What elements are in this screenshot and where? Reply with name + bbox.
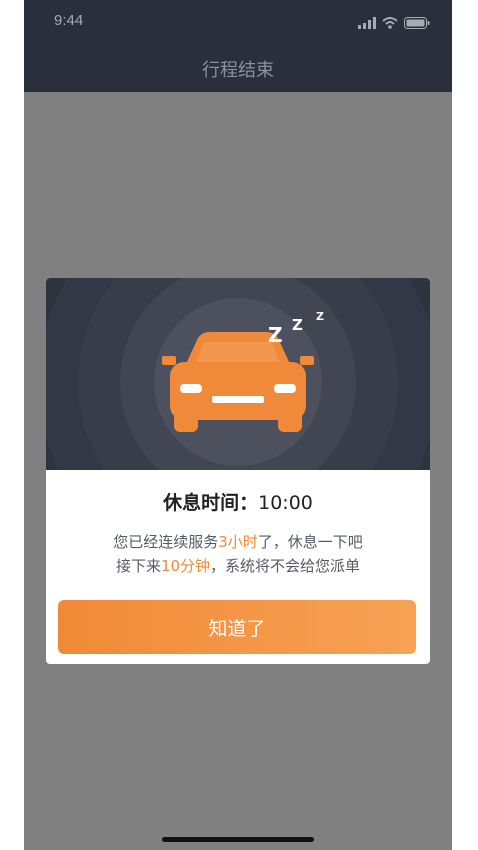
home-indicator[interactable] <box>162 837 314 842</box>
rest-minutes-highlight: 10分钟 <box>160 557 211 575</box>
rest-time-value: 10:00 <box>258 492 313 514</box>
page-title: 行程结束 <box>202 60 274 81</box>
line1-text-end: 了，休息一下吧 <box>257 533 363 551</box>
status-icons <box>358 14 430 33</box>
rest-dialog: Z Z Z 休息时间：10:00 您已经连续服务3小时了，休息一下吧 接下来10… <box>46 278 430 664</box>
got-it-button[interactable]: 知道了 <box>58 600 416 654</box>
status-bar: 9:44 <box>24 0 452 44</box>
sleep-z-large: Z <box>268 323 283 347</box>
phone-screen: 9:44 行程结束 Z Z Z 休息时间：10:00 您已经连续服务3小时了，休… <box>24 0 452 850</box>
description-line-1: 您已经连续服务3小时了，休息一下吧 <box>46 530 430 554</box>
sleep-z-small: Z <box>316 310 324 323</box>
rest-time-title: 休息时间：10:00 <box>46 488 430 515</box>
service-hours-highlight: 3小时 <box>218 533 258 551</box>
status-time: 9:44 <box>54 12 84 29</box>
sleep-z-medium: Z <box>292 316 303 334</box>
signal-icon <box>358 14 376 33</box>
rest-description: 您已经连续服务3小时了，休息一下吧 接下来10分钟，系统将不会给您派单 <box>46 530 430 578</box>
rest-illustration: Z Z Z <box>46 278 430 470</box>
battery-icon <box>404 14 430 33</box>
rest-time-label: 休息时间： <box>163 492 259 514</box>
line1-text-start: 您已经连续服务 <box>113 533 219 551</box>
nav-bar: 行程结束 <box>24 44 452 92</box>
line2-text-start: 接下来 <box>115 557 161 575</box>
wifi-icon <box>382 14 398 33</box>
description-line-2: 接下来10分钟，系统将不会给您派单 <box>46 554 430 578</box>
line2-text-end: ，系统将不会给您派单 <box>210 557 361 575</box>
